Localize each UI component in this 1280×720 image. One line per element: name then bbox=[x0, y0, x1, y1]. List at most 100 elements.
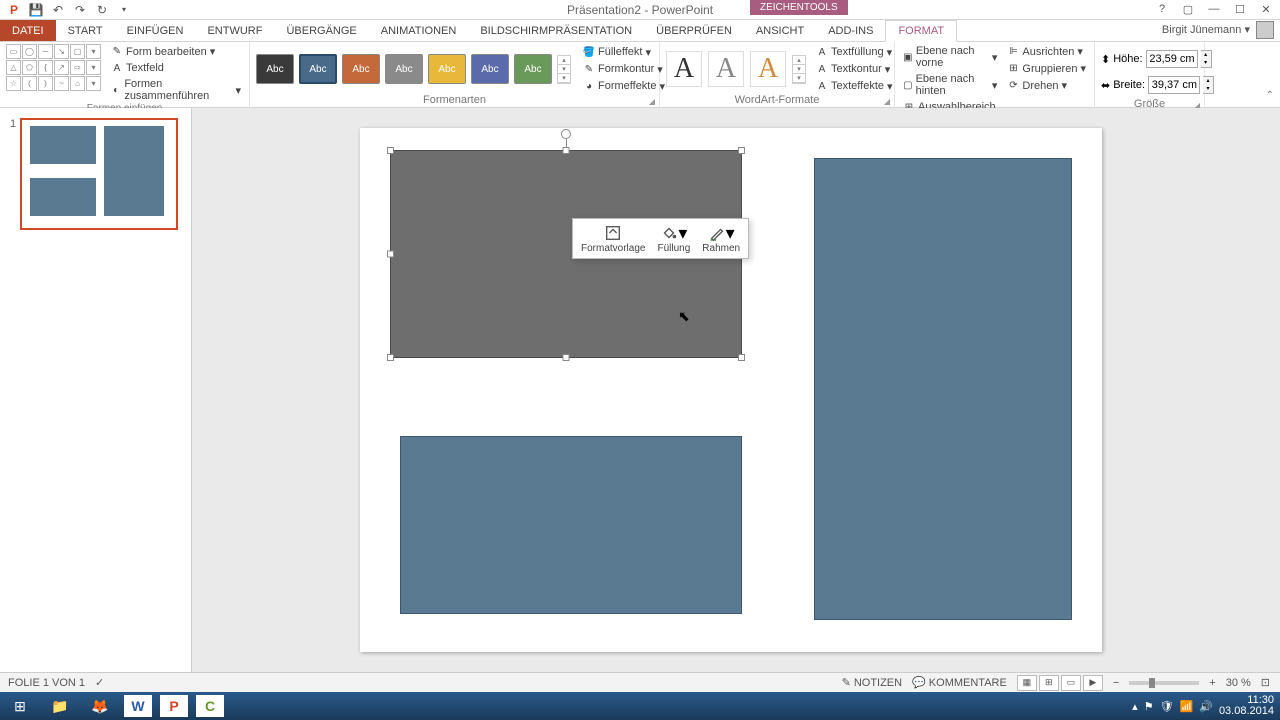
ebene-vorne-button[interactable]: ▣Ebene nach vorne ▾ bbox=[901, 44, 999, 70]
sorter-view-icon[interactable]: ⊞ bbox=[1039, 675, 1059, 691]
hoehe-spinner[interactable]: ▴▾ bbox=[1201, 50, 1212, 68]
tab-bildschirm[interactable]: BILDSCHIRMPRÄSENTATION bbox=[468, 20, 644, 41]
texteffekte-button[interactable]: ATexteffekte ▾ bbox=[814, 79, 895, 94]
formkontur-button[interactable]: ✎Formkontur ▾ bbox=[581, 62, 667, 77]
zoom-level[interactable]: 30 % bbox=[1226, 677, 1251, 689]
wordart-swatch-2[interactable]: A bbox=[708, 51, 744, 87]
fit-window-icon[interactable]: ⊡ bbox=[1261, 676, 1270, 689]
notizen-button[interactable]: ✎NOTIZEN bbox=[842, 676, 903, 689]
ebene-hinten-button[interactable]: ▢Ebene nach hinten ▾ bbox=[901, 72, 999, 98]
shape-rect-right[interactable] bbox=[814, 158, 1072, 620]
mini-formatvorlage-button[interactable]: Formatvorlage bbox=[575, 221, 651, 256]
tab-format[interactable]: FORMAT bbox=[885, 20, 957, 42]
style-swatch-2[interactable]: Abc bbox=[299, 54, 337, 84]
tab-entwurf[interactable]: ENTWURF bbox=[195, 20, 274, 41]
user-avatar[interactable] bbox=[1256, 21, 1274, 39]
tray-up-icon[interactable]: ▴ bbox=[1132, 700, 1138, 713]
resize-handle-sw[interactable] bbox=[387, 354, 394, 361]
slide-counter[interactable]: FOLIE 1 VON 1 bbox=[8, 677, 85, 689]
textfuellung-button[interactable]: ATextfüllung ▾ bbox=[814, 45, 895, 60]
slide-thumbnail[interactable] bbox=[20, 118, 178, 230]
redo-icon[interactable]: ↷ bbox=[72, 2, 88, 18]
hoehe-input[interactable] bbox=[1146, 50, 1198, 68]
qat-more-icon[interactable]: ▾ bbox=[116, 2, 132, 18]
normal-view-icon[interactable]: ▦ bbox=[1017, 675, 1037, 691]
drehen-button[interactable]: ⟳Drehen ▾ bbox=[1005, 78, 1088, 93]
tab-einfuegen[interactable]: EINFÜGEN bbox=[115, 20, 196, 41]
breite-input[interactable] bbox=[1148, 76, 1200, 94]
collapse-ribbon-icon[interactable]: ⌃ bbox=[1266, 90, 1274, 101]
fuelleffekt-button[interactable]: 🪣Fülleffekt ▾ bbox=[581, 45, 667, 60]
tab-uebergaenge[interactable]: ÜBERGÄNGE bbox=[274, 20, 368, 41]
reading-view-icon[interactable]: ▭ bbox=[1061, 675, 1081, 691]
wordart-swatch-3[interactable]: A bbox=[750, 51, 786, 87]
slide-canvas[interactable]: Formatvorlage ▾ Füllung ▾ Rahmen ⬉ bbox=[192, 108, 1280, 692]
resize-handle-n[interactable] bbox=[563, 147, 570, 154]
tab-addins[interactable]: ADD-INS bbox=[816, 20, 885, 41]
shape-style-gallery[interactable]: Abc Abc Abc Abc Abc Abc Abc ▴▾▾ bbox=[256, 54, 571, 84]
zoom-slider[interactable] bbox=[1129, 681, 1199, 685]
breite-spinner[interactable]: ▴▾ bbox=[1203, 76, 1214, 94]
gruppieren-button[interactable]: ⊞Gruppieren ▾ bbox=[1005, 61, 1088, 76]
resize-handle-nw[interactable] bbox=[387, 147, 394, 154]
zoom-in-icon[interactable]: + bbox=[1209, 677, 1215, 689]
explorer-icon[interactable]: 📁 bbox=[40, 693, 80, 719]
taskbar-clock[interactable]: 11:30 03.08.2014 bbox=[1219, 695, 1274, 717]
wordart-gallery[interactable]: A A A ▴▾▾ bbox=[666, 51, 806, 87]
start-button[interactable]: ⊞ bbox=[0, 693, 40, 719]
style-swatch-5[interactable]: Abc bbox=[428, 54, 466, 84]
maximize-icon[interactable]: ☐ bbox=[1230, 0, 1250, 18]
resize-handle-se[interactable] bbox=[738, 354, 745, 361]
shape-rect-bottom[interactable] bbox=[400, 436, 742, 614]
form-bearbeiten-button[interactable]: ✎Form bearbeiten ▾ bbox=[109, 44, 243, 59]
wordart-swatch-1[interactable]: A bbox=[666, 51, 702, 87]
user-name[interactable]: Birgit Jünemann ▾ bbox=[1162, 23, 1250, 36]
tray-flag-icon[interactable]: ⚑ bbox=[1144, 700, 1154, 713]
tray-network-icon[interactable]: 📶 bbox=[1180, 700, 1194, 713]
word-icon[interactable]: W bbox=[124, 695, 152, 717]
textkontur-button[interactable]: ATextkontur ▾ bbox=[814, 62, 895, 77]
mini-rahmen-button[interactable]: ▾ Rahmen bbox=[696, 221, 746, 256]
mini-fuellung-button[interactable]: ▾ Füllung bbox=[651, 221, 696, 256]
help-icon[interactable]: ? bbox=[1152, 0, 1172, 18]
kommentare-button[interactable]: 💬KOMMENTARE bbox=[912, 676, 1007, 689]
repeat-icon[interactable]: ↻ bbox=[94, 2, 110, 18]
wordart-scroll[interactable]: ▴▾▾ bbox=[792, 55, 806, 84]
tab-start[interactable]: START bbox=[56, 20, 115, 41]
launcher-icon[interactable]: ◢ bbox=[649, 97, 655, 106]
shapes-gallery[interactable]: ▭◯─↘▢▾ △⬠{↗⇨▾ ☆()~⌂▾ bbox=[6, 44, 101, 91]
style-swatch-4[interactable]: Abc bbox=[385, 54, 423, 84]
tab-ueberpruefen[interactable]: ÜBERPRÜFEN bbox=[644, 20, 744, 41]
powerpoint-icon[interactable]: P bbox=[160, 695, 188, 717]
formen-zusammenfuehren-button[interactable]: ◐Formen zusammenführen ▾ bbox=[109, 77, 243, 103]
ribbon-display-icon[interactable]: ▢ bbox=[1178, 0, 1198, 18]
minimize-icon[interactable]: — bbox=[1204, 0, 1224, 18]
tab-datei[interactable]: DATEI bbox=[0, 20, 56, 41]
undo-icon[interactable]: ↶ bbox=[50, 2, 66, 18]
resize-handle-s[interactable] bbox=[563, 354, 570, 361]
tray-volume-icon[interactable]: 🔊 bbox=[1199, 700, 1213, 713]
style-swatch-6[interactable]: Abc bbox=[471, 54, 509, 84]
resize-handle-ne[interactable] bbox=[738, 147, 745, 154]
tab-animationen[interactable]: ANIMATIONEN bbox=[369, 20, 469, 41]
camtasia-icon[interactable]: C bbox=[196, 695, 224, 717]
save-icon[interactable]: 💾 bbox=[28, 2, 44, 18]
close-icon[interactable]: ✕ bbox=[1256, 0, 1276, 18]
style-swatch-1[interactable]: Abc bbox=[256, 54, 294, 84]
resize-handle-w[interactable] bbox=[387, 251, 394, 258]
launcher-icon[interactable]: ◢ bbox=[884, 97, 890, 106]
ausrichten-button[interactable]: ⊫Ausrichten ▾ bbox=[1005, 44, 1088, 59]
formeffekte-button[interactable]: ◕Formeffekte ▾ bbox=[581, 79, 667, 94]
rotation-handle[interactable] bbox=[561, 129, 571, 139]
tab-ansicht[interactable]: ANSICHT bbox=[744, 20, 816, 41]
zoom-out-icon[interactable]: − bbox=[1113, 677, 1119, 689]
style-swatch-3[interactable]: Abc bbox=[342, 54, 380, 84]
spellcheck-icon[interactable]: ✓ bbox=[95, 676, 104, 689]
powerpoint-icon[interactable]: P bbox=[6, 2, 22, 18]
slide[interactable]: Formatvorlage ▾ Füllung ▾ Rahmen ⬉ bbox=[360, 128, 1102, 652]
tray-shield-icon[interactable]: 🛡 bbox=[1160, 700, 1174, 713]
style-swatch-7[interactable]: Abc bbox=[514, 54, 552, 84]
firefox-icon[interactable]: 🦊 bbox=[80, 693, 120, 719]
textfeld-button[interactable]: ATextfeld bbox=[109, 61, 243, 75]
gallery-scroll[interactable]: ▴▾▾ bbox=[557, 55, 571, 84]
